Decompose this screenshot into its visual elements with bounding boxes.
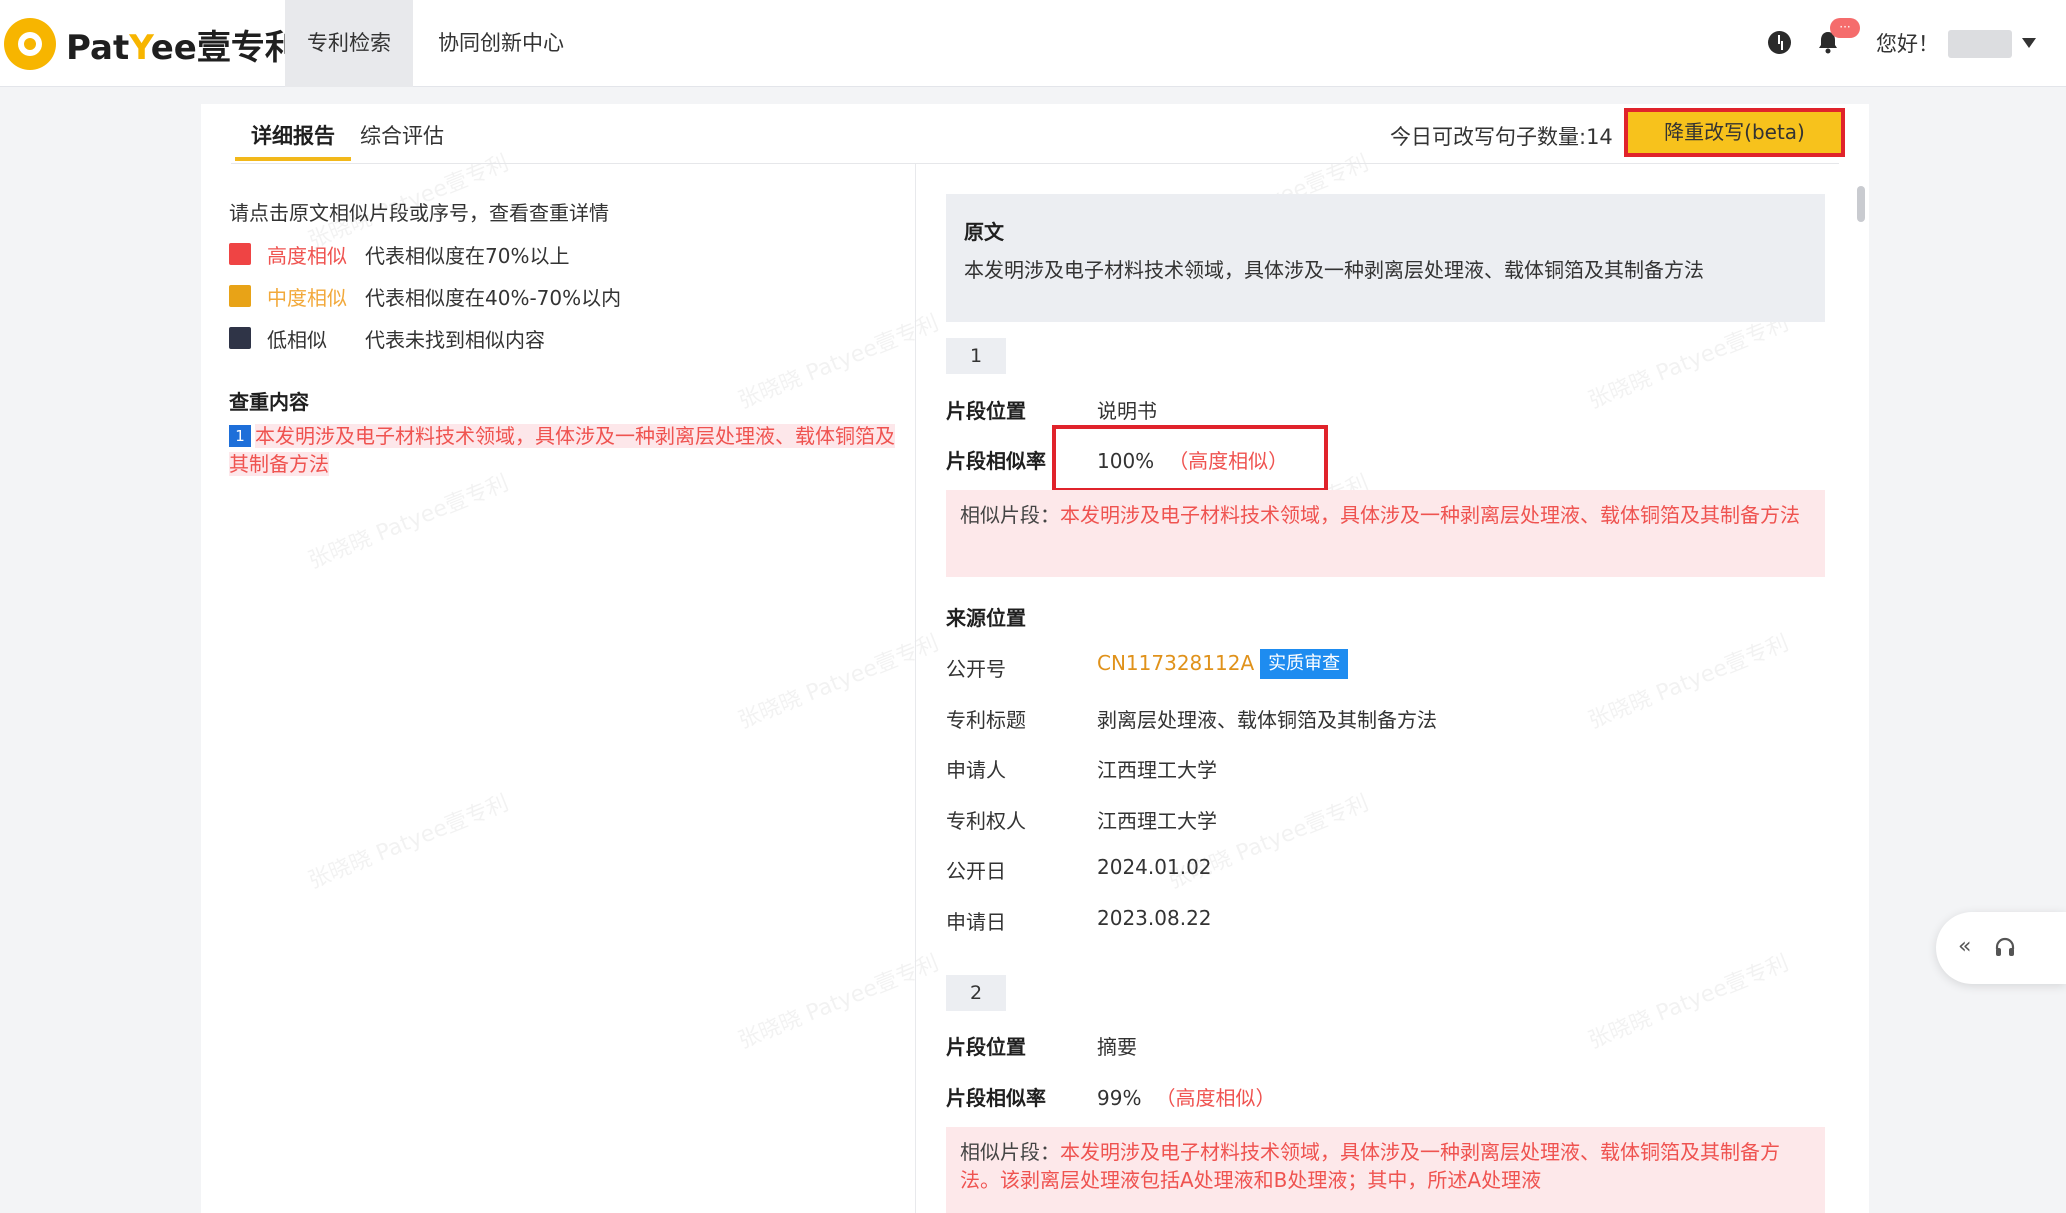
segment-position-value: 说明书	[1097, 399, 1157, 423]
field-label: 公开日	[946, 859, 1006, 883]
patent-title-value: 剥离层处理液、载体铜箔及其制备方法	[1097, 708, 1437, 732]
legend-swatch-red	[229, 243, 251, 265]
watermark-text: 张晓晓 Patyee壹专利	[735, 630, 943, 734]
legend-desc: 代表相似度在70%以上	[365, 243, 570, 268]
result-seq-tag: 2	[946, 975, 1006, 1011]
logo-text: PatYee壹专利	[66, 27, 299, 68]
watermark-text: 张晓晓 Patyee壹专利	[735, 950, 943, 1054]
check-content-segment[interactable]: 1 本发明涉及电子材料技术领域，具体涉及一种剥离层处理液、载体铜箔及其制备方法	[229, 422, 895, 478]
watermark-text: 张晓晓 Patyee壹专利	[305, 790, 513, 894]
chevron-down-icon[interactable]	[2022, 38, 2036, 48]
user-greeting: 您好！	[1876, 32, 1939, 56]
similar-segment-label: 相似片段：	[960, 1140, 1060, 1164]
applicant-value: 江西理工大学	[1097, 758, 1217, 782]
history-clock-icon[interactable]	[1768, 31, 1791, 54]
report-card: 张晓晓 Patyee壹专利 张晓晓 Patyee壹专利 张晓晓 Patyee壹专…	[201, 104, 1869, 1213]
scrollbar-thumb[interactable]	[1857, 186, 1865, 222]
active-tab-indicator	[235, 157, 351, 161]
watermark-text: 张晓晓 Patyee壹专利	[1585, 630, 1793, 734]
legend-high: 高度相似 代表相似度在70%以上	[229, 241, 570, 268]
legend-desc: 代表相似度在40%-70%以内	[365, 285, 622, 310]
similar-segment-text: 本发明涉及电子材料技术领域，具体涉及一种剥离层处理液、载体铜箔及其制备方法	[1060, 503, 1800, 527]
publication-date-value: 2024.01.02	[1097, 855, 1212, 879]
notification-badge: ···	[1830, 18, 1860, 38]
legend-swatch-dark	[229, 327, 251, 349]
legend-desc: 代表未找到相似内容	[365, 327, 545, 352]
patyee-logo[interactable]: PatYee壹专利	[4, 14, 299, 74]
field-label: 专利标题	[946, 708, 1026, 732]
original-text-box: 原文 本发明涉及电子材料技术领域，具体涉及一种剥离层处理液、载体铜箔及其制备方法	[946, 194, 1825, 322]
report-tabs: 详细报告 综合评估 今日可改写句子数量:14 降重改写(beta)	[201, 104, 1869, 164]
headset-icon[interactable]	[1994, 936, 2016, 958]
nav-innovation-center[interactable]: 协同创新中心	[416, 0, 586, 87]
status-badge: 实质审查	[1260, 649, 1349, 679]
result-seq-tag: 1	[946, 338, 1006, 374]
top-navbar: PatYee壹专利 专利检索 协同创新中心 ··· 您好！	[0, 0, 2066, 87]
rewrite-quota: 今日可改写句子数量:14	[1390, 125, 1613, 149]
segment-rate-value: 99% （高度相似）	[1097, 1082, 1275, 1111]
field-label: 专利权人	[946, 809, 1026, 833]
segment-position-value: 摘要	[1097, 1035, 1137, 1059]
source-title: 来源位置	[946, 606, 1026, 630]
legend-term: 低相似	[267, 327, 327, 352]
field-label: 公开号	[946, 657, 1006, 681]
similar-segment-label: 相似片段：	[960, 503, 1060, 527]
tab-divider	[231, 163, 1839, 164]
original-text: 本发明涉及电子材料技术领域，具体涉及一种剥离层处理液、载体铜箔及其制备方法	[964, 258, 1704, 282]
watermark-text: 张晓晓 Patyee壹专利	[1585, 950, 1793, 1054]
field-label: 申请人	[946, 758, 1006, 782]
segment-position-label: 片段位置	[946, 399, 1026, 423]
avatar[interactable]	[1948, 30, 2012, 58]
field-label: 申请日	[946, 910, 1006, 934]
legend-term: 中度相似	[267, 285, 347, 310]
rewrite-button[interactable]: 降重改写(beta)	[1624, 108, 1845, 157]
original-title: 原文	[964, 220, 1004, 244]
patentee-value: 江西理工大学	[1097, 809, 1217, 833]
pane-divider	[915, 164, 916, 1213]
application-date-value: 2023.08.22	[1097, 906, 1212, 930]
legend-swatch-orange	[229, 285, 251, 307]
publication-number-link[interactable]: CN117328112A	[1097, 651, 1254, 675]
segment-rate-label: 片段相似率	[946, 449, 1046, 473]
segment-position-label: 片段位置	[946, 1035, 1026, 1059]
tab-overall-eval[interactable]: 综合评估	[360, 120, 444, 160]
check-content-title: 查重内容	[229, 390, 309, 414]
logo-mark-icon	[4, 18, 56, 70]
segment-number-badge[interactable]: 1	[229, 425, 251, 447]
instruction-text: 请点击原文相似片段或序号，查看查重详情	[229, 201, 609, 225]
double-chevron-left-icon[interactable]: «	[1958, 934, 1971, 959]
similar-segment-text: 本发明涉及电子材料技术领域，具体涉及一种剥离层处理液、载体铜箔及其制备方法。该剥…	[960, 1140, 1780, 1192]
nav-patent-search[interactable]: 专利检索	[285, 0, 413, 87]
highlight-box	[1052, 425, 1328, 492]
similar-segment-text[interactable]: 本发明涉及电子材料技术领域，具体涉及一种剥离层处理液、载体铜箔及其制备方法	[229, 424, 895, 476]
publication-number: CN117328112A 实质审查	[1097, 649, 1349, 679]
legend-term: 高度相似	[267, 243, 347, 268]
watermark-text: 张晓晓 Patyee壹专利	[305, 470, 513, 574]
side-float-panel: «	[1936, 912, 2066, 984]
similar-segment-box: 相似片段：本发明涉及电子材料技术领域，具体涉及一种剥离层处理液、载体铜箔及其制备…	[946, 1127, 1825, 1213]
similar-segment-box: 相似片段：本发明涉及电子材料技术领域，具体涉及一种剥离层处理液、载体铜箔及其制备…	[946, 490, 1825, 577]
watermark-text: 张晓晓 Patyee壹专利	[735, 310, 943, 414]
legend-medium: 中度相似 代表相似度在40%-70%以内	[229, 283, 622, 310]
rate-level: （高度相似）	[1155, 1086, 1276, 1110]
tab-detail-report[interactable]: 详细报告	[251, 120, 335, 160]
rate-percent: 99%	[1097, 1086, 1142, 1110]
legend-low: 低相似 代表未找到相似内容	[229, 325, 545, 352]
segment-rate-label: 片段相似率	[946, 1086, 1046, 1110]
